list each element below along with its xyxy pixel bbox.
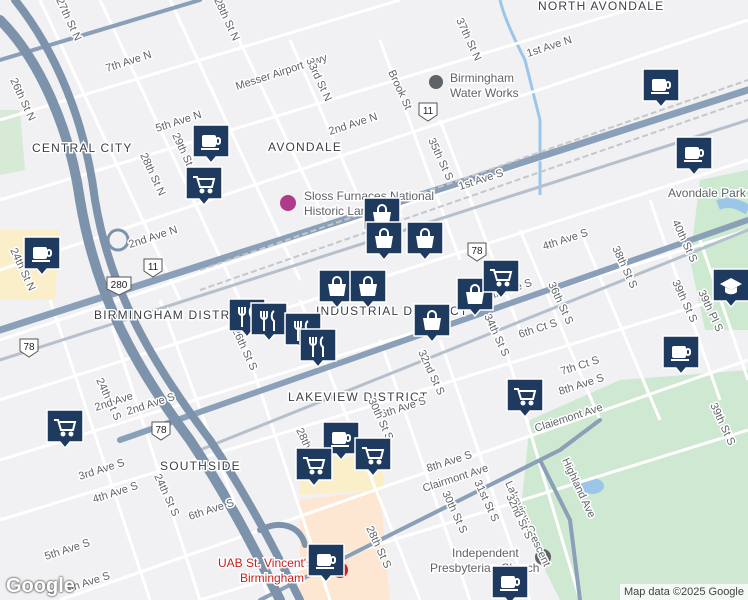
water-works-line-1: Birmingham	[450, 71, 514, 85]
marker-bag[interactable]	[413, 303, 451, 344]
google-logo: Google	[6, 575, 75, 597]
church-line-1: Independent	[452, 546, 519, 560]
marker-school[interactable]	[712, 268, 748, 309]
marker-coffee[interactable]	[23, 236, 61, 277]
marker-bag[interactable]	[406, 221, 444, 262]
marker-bag[interactable]	[365, 221, 403, 262]
area-avondale: AVONDALE	[268, 140, 342, 154]
marker-cart[interactable]	[295, 447, 333, 488]
uab-line-2: Birmingham	[240, 571, 304, 585]
marker-restaurant[interactable]	[250, 302, 288, 343]
marker-cart[interactable]	[482, 259, 520, 300]
area-southside: SOUTHSIDE	[160, 459, 241, 473]
shield-number: 78	[23, 342, 35, 353]
marker-cart[interactable]	[185, 166, 223, 207]
shield-number: 11	[148, 262, 159, 273]
uab-line-1: UAB St. Vincent's	[218, 556, 312, 570]
marker-cart[interactable]	[354, 437, 392, 478]
poi-avondale-park[interactable]: Avondale Park	[667, 185, 748, 202]
marker-coffee[interactable]	[642, 68, 680, 109]
marker-coffee[interactable]	[675, 136, 713, 177]
marker-coffee[interactable]	[662, 335, 700, 376]
marker-cart[interactable]	[506, 378, 544, 419]
marker-cart[interactable]	[46, 409, 84, 450]
marker-coffee[interactable]	[491, 565, 529, 600]
area-north-avondale: NORTH AVONDALE	[538, 0, 664, 13]
shield-number: 11	[423, 106, 434, 117]
water-works-line-2: Water Works	[450, 86, 519, 100]
shield-number: 280	[111, 280, 128, 291]
shield-number: 78	[471, 246, 483, 257]
map-attribution[interactable]: Map data ©2025 Google	[619, 584, 748, 600]
marker-coffee[interactable]	[307, 543, 345, 584]
marker-coffee[interactable]	[192, 124, 230, 165]
marker-bag[interactable]	[349, 269, 387, 310]
marker-restaurant[interactable]	[299, 328, 337, 369]
map-canvas[interactable]: CENTRAL CITY AVONDALE NORTH AVONDALE BIR…	[0, 0, 748, 600]
area-central-city: CENTRAL CITY	[32, 141, 133, 155]
shield-number: 78	[155, 425, 167, 436]
